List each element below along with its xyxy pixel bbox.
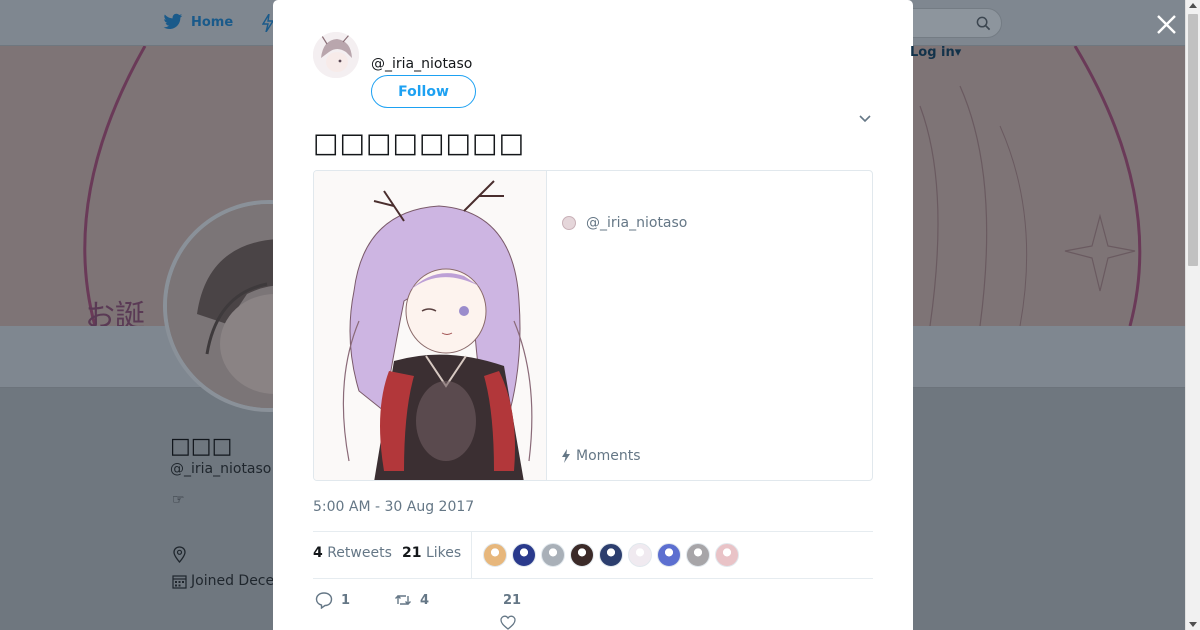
page-scrollbar[interactable] — [1185, 0, 1200, 630]
retweet-icon — [395, 595, 411, 605]
tweet-actions: 1 4 21 — [313, 590, 873, 630]
nav-home-label: Home — [191, 14, 234, 30]
liker-avatar[interactable] — [512, 543, 536, 567]
retweet-button[interactable]: 4 — [394, 591, 429, 609]
liker-avatar[interactable] — [715, 543, 739, 567]
scroll-up-arrow-icon[interactable] — [1189, 3, 1197, 8]
reply-icon — [315, 592, 333, 609]
moments-label: Moments — [576, 448, 641, 464]
author-avatar-artwork — [313, 32, 359, 78]
card-author[interactable]: @_iria_niotaso — [562, 215, 687, 231]
retweets-label: Retweets — [327, 545, 392, 561]
retweets-count: 4 — [313, 545, 323, 561]
scroll-down-arrow-icon[interactable] — [1189, 622, 1197, 627]
twitter-bird-icon — [163, 13, 183, 29]
joined-date-label: Joined Dece — [191, 573, 275, 589]
liker-avatars — [483, 543, 739, 567]
liker-avatar[interactable] — [483, 543, 507, 567]
reply-button[interactable]: 1 — [315, 591, 350, 609]
profile-handle: @_iria_niotaso — [170, 461, 272, 477]
lightning-bolt-icon — [562, 449, 570, 463]
tweet-author-avatar[interactable] — [313, 32, 359, 78]
calendar-icon — [172, 574, 187, 589]
likes-stat[interactable]: 21 Likes — [402, 545, 461, 561]
profile-name: □□□ — [170, 434, 233, 459]
liker-avatar[interactable] — [541, 543, 565, 567]
tweet-author-handle[interactable]: @_iria_niotaso — [371, 56, 472, 72]
card-author-avatar — [562, 216, 576, 230]
tweet-modal: @_iria_niotaso Follow □□□□□□□□ @_iria_ni… — [273, 0, 913, 630]
likes-count: 21 — [402, 545, 422, 561]
login-dropdown[interactable]: Log in▾ — [910, 45, 961, 60]
liker-avatar[interactable] — [628, 543, 652, 567]
retweets-stat[interactable]: 4 Retweets — [313, 545, 392, 561]
retweet-count: 4 — [420, 592, 430, 608]
chevron-down-icon[interactable] — [858, 111, 872, 125]
heart-icon[interactable] — [500, 615, 516, 630]
liker-avatar[interactable] — [686, 543, 710, 567]
liker-avatar[interactable] — [657, 543, 681, 567]
bio-pointing-glyph: ☞ — [172, 492, 185, 508]
stats-divider — [471, 532, 472, 579]
reply-count: 1 — [341, 592, 351, 608]
card-author-handle: @_iria_niotaso — [586, 215, 688, 231]
nav-home-link[interactable]: Home — [163, 13, 233, 31]
liker-avatar[interactable] — [570, 543, 594, 567]
scrollbar-thumb[interactable] — [1188, 14, 1198, 266]
moment-card[interactable]: @_iria_niotaso Moments — [313, 170, 873, 481]
like-count: 21 — [503, 593, 522, 608]
like-count-wrapper[interactable]: 21 — [503, 593, 521, 608]
joined-date: Joined Dece — [172, 573, 274, 589]
likes-label: Likes — [425, 545, 462, 561]
liker-avatar[interactable] — [599, 543, 623, 567]
tweet-text: □□□□□□□□ — [313, 128, 526, 159]
card-image[interactable] — [314, 171, 547, 480]
close-modal-icon[interactable] — [1153, 11, 1180, 38]
tweet-stats: 4 Retweets 21 Likes — [313, 531, 873, 579]
card-artwork — [314, 171, 546, 480]
tweet-timestamp[interactable]: 5:00 AM - 30 Aug 2017 — [313, 499, 474, 515]
search-icon — [976, 16, 991, 31]
location-pin-icon — [173, 546, 186, 563]
card-moments-label: Moments — [562, 448, 641, 464]
follow-button[interactable]: Follow — [371, 75, 476, 108]
banner-text: お誕 — [85, 299, 145, 326]
